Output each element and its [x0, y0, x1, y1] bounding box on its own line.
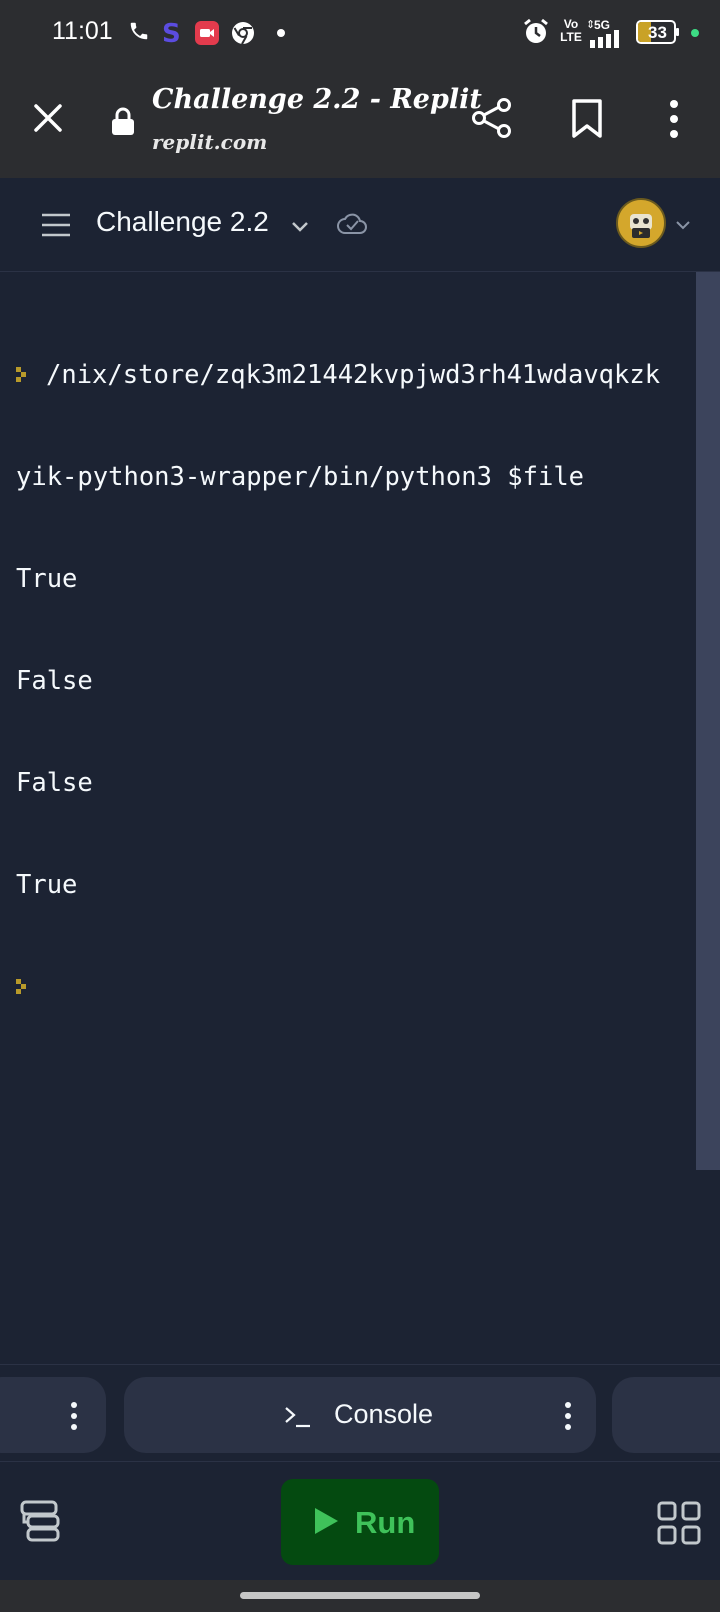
repl-header: Challenge 2.2 — [0, 178, 720, 272]
console-line-text: /nix/store/zqk3m21442kvpjwd3rh41wdavqkzk — [46, 360, 661, 390]
prompt-icon — [16, 979, 30, 994]
status-time: 11:01 — [52, 17, 113, 45]
console-line: False — [16, 666, 93, 696]
browser-toolbar: Challenge 2.2 - Replit replit.com — [0, 66, 720, 178]
privacy-indicator-icon — [691, 29, 699, 37]
console-line: yik-python3-wrapper/bin/python3 $file — [16, 462, 585, 492]
files-icon[interactable] — [20, 1500, 60, 1542]
console-lines: /nix/store/zqk3m21442kvpjwd3rh41wdavqkzk… — [16, 290, 660, 1072]
page-url[interactable]: replit.com — [152, 130, 267, 154]
robot-avatar-icon — [630, 214, 652, 238]
terminal-icon — [285, 1407, 310, 1428]
tab-console[interactable]: Console — [124, 1377, 596, 1453]
avatar[interactable] — [616, 198, 666, 248]
tab-console-label: Console — [334, 1399, 434, 1429]
chrome-icon — [232, 22, 254, 45]
s-app-icon: S — [162, 19, 181, 46]
run-button-label: Run — [355, 1505, 416, 1540]
more-options-icon[interactable] — [664, 98, 684, 140]
play-icon — [315, 1508, 338, 1534]
share-icon[interactable] — [470, 96, 514, 140]
tab-options-icon[interactable] — [564, 1401, 572, 1431]
console-line: False — [16, 768, 93, 798]
console-prompt-line — [16, 970, 660, 1004]
home-gesture-handle[interactable] — [240, 1592, 480, 1599]
volte-bottom-label: LTE — [560, 30, 582, 44]
svg-text:S: S — [162, 19, 181, 46]
scrollbar[interactable] — [696, 272, 720, 1170]
page-title: Challenge 2.2 - Replit — [152, 84, 482, 115]
alarm-icon — [524, 18, 548, 43]
hamburger-menu-icon[interactable] — [40, 211, 72, 239]
dot-icon — [277, 29, 285, 37]
status-bar: 11:01 S Vo LTE 5G ⇕ 33 — [0, 0, 720, 66]
console-output[interactable]: /nix/store/zqk3m21442kvpjwd3rh41wdavqkzk… — [0, 272, 720, 1364]
battery-level: 33 — [648, 23, 667, 42]
account-chevron-icon[interactable] — [672, 214, 694, 236]
tab-previous[interactable] — [0, 1377, 106, 1453]
system-nav-bar — [0, 1580, 720, 1612]
battery-icon: 33 — [636, 20, 680, 44]
console-line: /nix/store/zqk3m21442kvpjwd3rh41wdavqkzk — [16, 358, 660, 392]
chevron-down-icon[interactable] — [288, 214, 312, 238]
volte-icon: Vo LTE — [558, 18, 584, 48]
tab-options-icon[interactable] — [70, 1401, 78, 1431]
bottom-toolbar: Run — [0, 1462, 720, 1580]
tab-next[interactable] — [612, 1377, 720, 1453]
prompt-icon — [16, 367, 30, 382]
screen-record-icon — [195, 21, 219, 45]
console-line: True — [16, 564, 78, 594]
phone-icon — [130, 22, 148, 40]
close-icon[interactable] — [28, 98, 68, 138]
all-tools-grid-icon[interactable] — [656, 1500, 702, 1546]
console-line: True — [16, 870, 78, 900]
tab-bar: Console — [0, 1364, 720, 1462]
cloud-check-icon[interactable] — [336, 208, 368, 240]
bookmark-icon[interactable] — [568, 98, 606, 140]
lock-icon[interactable] — [110, 106, 136, 136]
repl-name[interactable]: Challenge 2.2 — [96, 206, 269, 238]
run-button[interactable]: Run — [281, 1479, 439, 1565]
